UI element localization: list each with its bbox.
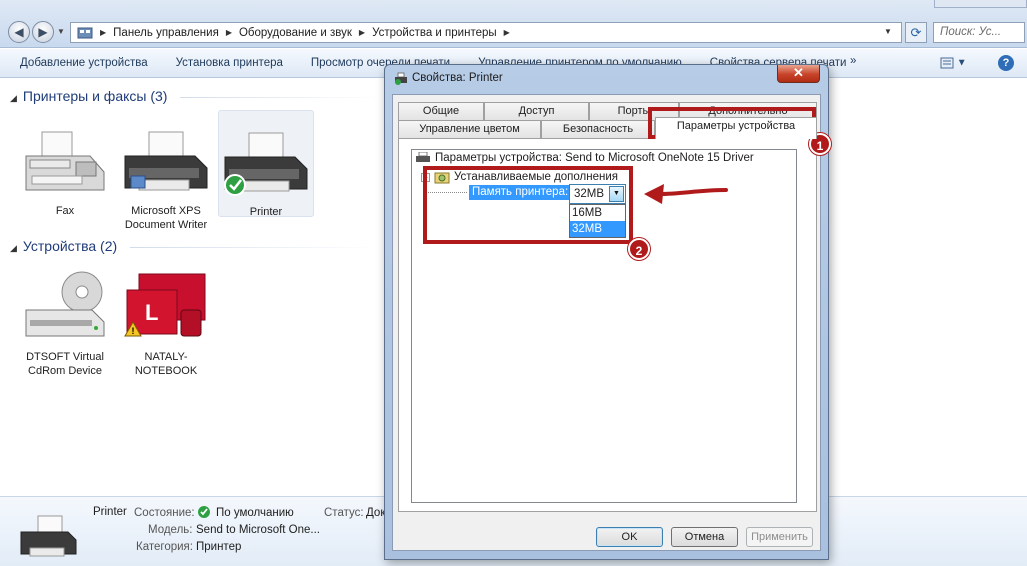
details-status-value: Док	[366, 507, 386, 519]
printer-default-icon	[20, 515, 77, 557]
annotation-arrow-icon	[644, 184, 728, 204]
cancel-button[interactable]: Отмена	[671, 527, 738, 547]
device-label: Printer	[249, 206, 283, 218]
device-label: NATALY-NOTEBOOK	[134, 351, 198, 377]
breadcrumb-separator-icon: ▶	[225, 28, 232, 37]
tree-root-row[interactable]: Параметры устройства: Send to Microsoft …	[415, 152, 754, 164]
computer-icon: L !	[124, 273, 206, 337]
window-caption-buttons[interactable]	[934, 0, 1027, 8]
tab-general[interactable]: Общие	[398, 102, 484, 120]
tab-sharing[interactable]: Доступ	[484, 102, 589, 120]
tab-color-management[interactable]: Управление цветом	[398, 120, 541, 138]
apply-button[interactable]: Применить	[746, 527, 813, 547]
device-label: Microsoft XPS Document Writer	[124, 205, 208, 231]
details-status-label: Статус:	[324, 507, 364, 519]
view-icon	[940, 57, 954, 69]
back-button[interactable]: ◀	[8, 21, 30, 43]
add-device-button[interactable]: Добавление устройства	[20, 57, 148, 69]
view-options-button[interactable]: ▼	[940, 57, 974, 71]
group-devices-title[interactable]: ◢ Устройства (2)	[10, 238, 117, 254]
control-panel-icon	[77, 27, 93, 38]
printer-default-icon	[224, 132, 308, 196]
refresh-button[interactable]: ⟳	[905, 22, 927, 43]
add-printer-button[interactable]: Установка принтера	[176, 57, 283, 69]
details-model-value: Send to Microsoft One...	[196, 524, 321, 536]
group-divider	[130, 247, 380, 248]
ok-button[interactable]: OK	[596, 527, 663, 547]
address-field[interactable]: ▶ Панель управления ▶ Оборудование и зву…	[70, 22, 902, 43]
close-button[interactable]: ✕	[777, 65, 820, 83]
device-label: DTSOFT Virtual CdRom Device	[26, 351, 104, 377]
breadcrumb-separator-icon: ▶	[100, 28, 107, 37]
printer-tree-icon	[416, 152, 430, 162]
device-xps-writer[interactable]: Microsoft XPS Document Writer	[118, 128, 214, 232]
printer-icon	[124, 131, 208, 191]
details-category-label: Категория:	[136, 541, 193, 553]
details-state-label: Состояние:	[134, 507, 195, 519]
dialog-title: Свойства: Printer	[412, 72, 503, 84]
svg-text:L: L	[145, 300, 158, 325]
printer-small-icon	[395, 72, 407, 85]
breadcrumb-devices-printers[interactable]: Устройства и принтеры	[372, 27, 497, 39]
toolbar-more-button[interactable]: »	[850, 55, 856, 67]
address-bar-area: ◀ ▶ ▼ ▶ Панель управления ▶ Оборудование…	[0, 0, 1027, 48]
breadcrumb-hardware-sound[interactable]: Оборудование и звук	[239, 27, 352, 39]
forward-button[interactable]: ▶	[32, 21, 54, 43]
breadcrumb-control-panel[interactable]: Панель управления	[113, 27, 219, 39]
tab-device-settings[interactable]: Параметры устройства	[655, 117, 817, 139]
annotation-badge-2: 2	[628, 238, 650, 260]
device-cdrom[interactable]: DTSOFT Virtual CdRom Device	[17, 270, 113, 378]
recent-pages-chevron-icon[interactable]: ▼	[57, 27, 65, 36]
svg-text:!: !	[132, 326, 135, 336]
tree-root-label: Параметры устройства: Send to Microsoft …	[435, 152, 754, 164]
collapse-triangle-icon[interactable]: ◢	[10, 243, 17, 253]
default-check-icon	[198, 506, 210, 518]
breadcrumb-separator-icon[interactable]: ▶	[504, 28, 510, 37]
details-model-label: Модель:	[148, 524, 193, 536]
view-chevron-icon: ▼	[956, 57, 967, 69]
details-name: Printer	[93, 506, 127, 518]
fax-icon	[25, 131, 105, 191]
collapse-triangle-icon[interactable]: ◢	[10, 93, 17, 103]
device-fax[interactable]: Fax	[17, 128, 113, 218]
tab-security[interactable]: Безопасность	[541, 120, 655, 138]
group-printers-title[interactable]: ◢ Принтеры и факсы (3)	[10, 88, 167, 104]
cdrom-drive-icon	[25, 271, 105, 337]
device-printer-selected[interactable]: Printer	[218, 110, 314, 218]
breadcrumb-separator-icon: ▶	[358, 28, 366, 37]
device-notebook[interactable]: L ! NATALY-NOTEBOOK	[118, 270, 214, 378]
annotation-box-2	[423, 166, 633, 244]
group-divider	[180, 97, 380, 98]
details-category-value: Принтер	[196, 541, 242, 553]
device-label: Fax	[55, 205, 75, 217]
help-button[interactable]: ?	[998, 55, 1014, 71]
address-history-chevron-icon[interactable]: ▼	[884, 27, 892, 36]
details-state-value: По умолчанию	[216, 507, 294, 519]
search-input[interactable]: Поиск: Ус...	[933, 22, 1025, 43]
